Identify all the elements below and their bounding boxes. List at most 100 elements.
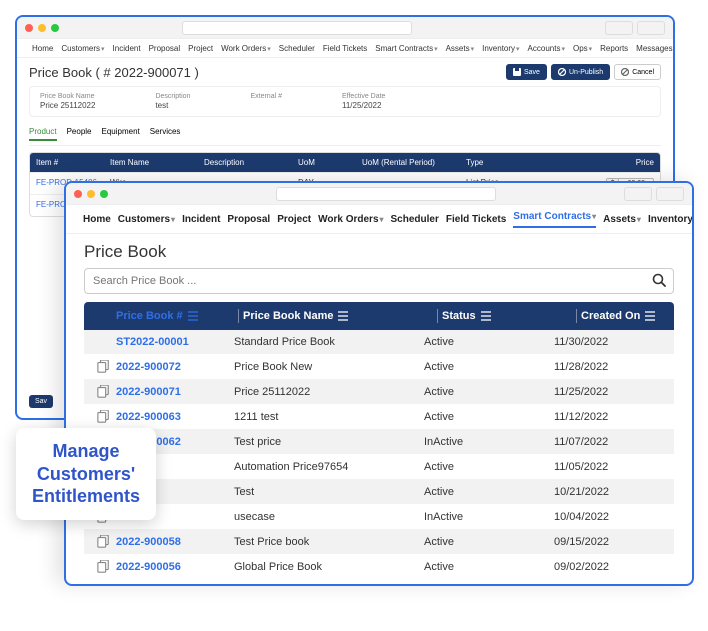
table-row[interactable]: 2022-900072Price Book NewActive11/28/202… xyxy=(84,354,674,379)
max-dot[interactable] xyxy=(51,24,59,32)
cell: InActive xyxy=(424,511,554,523)
column-header[interactable]: Price xyxy=(540,158,654,167)
tab[interactable]: Product xyxy=(29,127,57,141)
cell: 11/28/2022 xyxy=(554,361,668,373)
nav-item[interactable]: Accounts xyxy=(527,42,566,55)
column-header[interactable]: Description xyxy=(204,158,294,167)
cell: Price 25112022 xyxy=(234,386,424,398)
nav-item[interactable]: Home xyxy=(31,42,54,55)
column-header[interactable]: UoM xyxy=(298,158,358,167)
table-row[interactable]: 2022-900058Test Price bookActive09/15/20… xyxy=(84,529,674,554)
cell: usecase xyxy=(234,511,424,523)
search-input[interactable] xyxy=(84,268,674,294)
copy-icon[interactable] xyxy=(97,410,110,423)
nav-item[interactable]: Field Tickets xyxy=(322,42,368,55)
browser-button[interactable] xyxy=(637,21,665,35)
copy-icon[interactable] xyxy=(97,385,110,398)
nav-item[interactable]: Assets xyxy=(603,214,641,225)
min-dot[interactable] xyxy=(87,190,95,198)
column-header[interactable]: UoM (Rental Period) xyxy=(362,158,462,167)
pricebook-link[interactable]: 2022-900063 xyxy=(116,411,234,423)
column-menu-icon[interactable] xyxy=(337,311,349,321)
column-header[interactable]: Type xyxy=(466,158,536,167)
nav-item[interactable]: Project xyxy=(277,214,311,225)
cell: Test price xyxy=(234,436,424,448)
nav-item[interactable]: Customers xyxy=(60,42,105,55)
pricebook-link[interactable]: 2022-900072 xyxy=(116,361,234,373)
nav-item[interactable]: Work Orders xyxy=(220,42,272,55)
table-row[interactable]: 2022-900062Test priceInActive11/07/2022 xyxy=(84,429,674,454)
cell: Standard Price Book xyxy=(234,336,424,348)
nav-item[interactable]: Home xyxy=(83,214,111,225)
nav-item[interactable]: Messages xyxy=(635,42,673,55)
nav-item[interactable]: Work Orders xyxy=(318,214,383,225)
cell: Automation Price97654 xyxy=(234,461,424,473)
browser-button[interactable] xyxy=(656,187,684,201)
cell: 1211 test xyxy=(234,411,424,423)
copy-icon[interactable] xyxy=(97,360,110,373)
nav-item[interactable]: Scheduler xyxy=(391,214,439,225)
cell: 11/12/2022 xyxy=(554,411,668,423)
nav-item[interactable]: Reports xyxy=(599,42,629,55)
table-row[interactable]: ST2022-00001Standard Price BookActive11/… xyxy=(84,330,674,354)
url-bar[interactable] xyxy=(276,187,496,201)
close-dot[interactable] xyxy=(74,190,82,198)
nav-item[interactable]: Inventory xyxy=(481,42,520,55)
nav-item[interactable]: Scheduler xyxy=(278,42,316,55)
min-dot[interactable] xyxy=(38,24,46,32)
column-header[interactable]: Item # xyxy=(36,158,106,167)
table-row[interactable]: 2022-900071Price 25112022Active11/25/202… xyxy=(84,379,674,404)
table-row[interactable]: TestActive10/21/2022 xyxy=(84,479,674,504)
save-button-bottom[interactable]: Sav xyxy=(29,395,53,408)
column-header[interactable]: Item Name xyxy=(110,158,200,167)
browser-button[interactable] xyxy=(624,187,652,201)
table-row[interactable]: usecaseInActive10/04/2022 xyxy=(84,504,674,529)
save-button[interactable]: Save xyxy=(506,64,547,80)
nav-item[interactable]: Project xyxy=(187,42,214,55)
copy-icon[interactable] xyxy=(97,560,110,573)
nav-item[interactable]: Field Tickets xyxy=(446,214,506,225)
tab[interactable]: Equipment xyxy=(102,127,140,141)
page-title: Price Book xyxy=(66,234,692,268)
pricebook-link[interactable]: 2022-900056 xyxy=(116,561,234,573)
browser-button[interactable] xyxy=(605,21,633,35)
pricebook-link[interactable]: 2022-900071 xyxy=(116,386,234,398)
nav-item[interactable]: Inventory xyxy=(648,214,692,225)
cell: 09/02/2022 xyxy=(554,561,668,573)
column-header[interactable]: Status xyxy=(442,310,572,322)
max-dot[interactable] xyxy=(100,190,108,198)
nav-item[interactable]: Proposal xyxy=(148,42,182,55)
url-bar[interactable] xyxy=(182,21,412,35)
cell: Active xyxy=(424,536,554,548)
search-icon[interactable] xyxy=(652,273,666,287)
tab[interactable]: People xyxy=(67,127,92,141)
column-menu-icon[interactable] xyxy=(644,311,656,321)
cell: Price Book New xyxy=(234,361,424,373)
nav-item[interactable]: Incident xyxy=(182,214,220,225)
search-wrap xyxy=(84,268,674,294)
column-header[interactable]: Price Book # xyxy=(116,310,234,322)
column-menu-icon[interactable] xyxy=(480,311,492,321)
copy-icon[interactable] xyxy=(97,535,110,548)
nav-item[interactable]: Ops xyxy=(572,42,593,55)
cancel-button[interactable]: Cancel xyxy=(614,64,661,80)
pricebook-link[interactable]: 2022-900058 xyxy=(116,536,234,548)
close-dot[interactable] xyxy=(25,24,33,32)
main-nav: Home Customers Incident Proposal Project Work… xyxy=(17,39,673,58)
nav-item[interactable]: Customers xyxy=(118,214,175,225)
column-menu-icon[interactable] xyxy=(187,311,199,321)
pricebook-link[interactable]: ST2022-00001 xyxy=(116,336,234,348)
nav-item[interactable]: Proposal xyxy=(227,214,270,225)
tab[interactable]: Services xyxy=(150,127,181,141)
table-row[interactable]: 2022-9000631211 testActive11/12/2022 xyxy=(84,404,674,429)
table-row[interactable]: 2022-900056Global Price BookActive09/02/… xyxy=(84,554,674,579)
nav-item[interactable]: Incident xyxy=(112,42,142,55)
cell: Active xyxy=(424,336,554,348)
column-header[interactable]: Created On xyxy=(581,310,668,322)
nav-item[interactable]: Smart Contracts xyxy=(374,42,438,55)
nav-item[interactable]: Smart Contracts xyxy=(513,211,596,228)
column-header[interactable]: Price Book Name xyxy=(243,310,433,322)
table-row[interactable]: Automation Price97654Active11/05/2022 xyxy=(84,454,674,479)
unpublish-button[interactable]: Un-Publish xyxy=(551,64,610,80)
nav-item[interactable]: Assets xyxy=(445,42,476,55)
